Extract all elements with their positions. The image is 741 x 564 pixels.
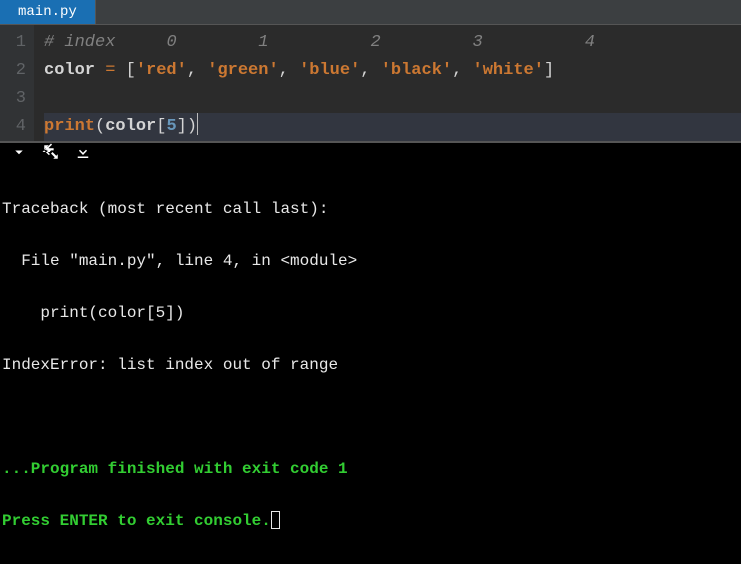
line-gutter: 1 2 3 4 (0, 25, 34, 141)
line-number: 4 (0, 113, 26, 141)
line-number: 3 (0, 85, 26, 113)
file-tab[interactable]: main.py (0, 0, 96, 24)
code-line-3 (44, 85, 741, 113)
console-line: Press ENTER to exit console. (2, 508, 739, 534)
collapse-icon[interactable] (10, 143, 28, 166)
download-icon[interactable] (74, 143, 92, 166)
console-line: File "main.py", line 4, in <module> (2, 248, 739, 274)
code-line-1: # index 0 1 2 3 4 (44, 29, 741, 57)
line-number: 1 (0, 29, 26, 57)
editor-cursor (197, 113, 198, 135)
console-line: IndexError: list index out of range (2, 352, 739, 378)
code-area[interactable]: # index 0 1 2 3 4 color = ['red', 'green… (34, 25, 741, 141)
code-line-2: color = ['red', 'green', 'blue', 'black'… (44, 57, 741, 85)
console-toolbar (0, 141, 741, 166)
code-line-4: print(color[5]) (44, 113, 741, 141)
console-line: print(color[5]) (2, 300, 739, 326)
expand-icon[interactable] (42, 143, 60, 166)
console-output[interactable]: Traceback (most recent call last): File … (0, 166, 741, 564)
console-line: Traceback (most recent call last): (2, 196, 739, 222)
code-editor[interactable]: 1 2 3 4 # index 0 1 2 3 4 color = ['red'… (0, 25, 741, 141)
tab-bar: main.py (0, 0, 741, 25)
line-number: 2 (0, 57, 26, 85)
tab-label: main.py (18, 4, 77, 20)
console-cursor (271, 511, 280, 529)
console-line: ...Program finished with exit code 1 (2, 456, 739, 482)
